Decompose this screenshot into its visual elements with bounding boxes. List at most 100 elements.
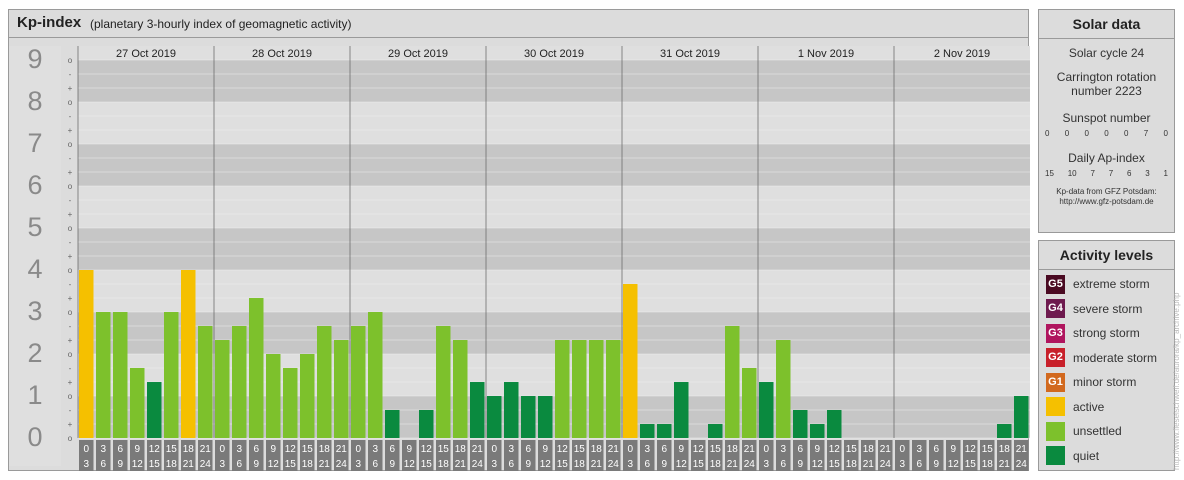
interval-end-label: 15 (557, 459, 569, 470)
interval-start-label: 6 (117, 444, 123, 455)
kp-bar (827, 409, 842, 438)
interval-start-label: 15 (982, 444, 994, 455)
y-subtick-label: - (69, 70, 72, 79)
y-subtick-label: o (68, 98, 73, 107)
legend-swatch (1046, 421, 1065, 441)
ap-value: 10 (1067, 169, 1077, 178)
y-subtick-label: o (68, 308, 73, 317)
kp-bar (555, 340, 570, 438)
interval-end-label: 21 (591, 459, 603, 470)
interval-start-label: 21 (744, 444, 756, 455)
y-tick-label: 1 (27, 380, 42, 410)
day-label: 28 Oct 2019 (252, 48, 312, 60)
kp-bar (810, 424, 825, 438)
kp-bar (606, 340, 621, 438)
interval-start-label: 18 (455, 444, 467, 455)
interval-start-label: 3 (236, 444, 242, 455)
interval-start-label: 9 (814, 444, 820, 455)
legend-swatch (1046, 446, 1065, 466)
legend-item: G5 extreme storm (1039, 272, 1174, 297)
y-subtick-label: o (68, 392, 73, 401)
interval-start-label: 21 (200, 444, 212, 455)
kp-bar (283, 367, 298, 438)
legend-item: quiet (1039, 444, 1174, 469)
interval-start-label: 0 (219, 444, 225, 455)
kp-band-6 (78, 144, 1030, 186)
y-subtick-label: o (68, 224, 73, 233)
kp-band-3 (78, 270, 1030, 312)
interval-start-label: 6 (389, 444, 395, 455)
kp-bar (453, 340, 468, 438)
kp-band-7 (78, 102, 1030, 144)
solar-cycle: Solar cycle 24 (1068, 46, 1145, 60)
interval-start-label: 15 (574, 444, 586, 455)
interval-end-label: 21 (863, 459, 875, 470)
interval-start-label: 21 (472, 444, 484, 455)
interval-end-label: 9 (933, 459, 939, 470)
y-tick-label: 8 (27, 86, 42, 116)
interval-end-label: 12 (676, 459, 688, 470)
y-tick-label: 6 (27, 170, 42, 200)
interval-end-label: 3 (219, 459, 225, 470)
solar-data-heading: Solar data (1039, 10, 1174, 39)
interval-end-label: 12 (812, 459, 824, 470)
kp-bar-chart: 0123456789o+-o+-o+-o+-o+-o+-o+-o+-o+-o27… (9, 44, 1030, 471)
sunspot-value: 7 (1143, 129, 1149, 138)
y-tick-label: 0 (27, 422, 42, 452)
kp-bar (232, 325, 247, 438)
sunspot-value: 0 (1084, 129, 1089, 138)
interval-end-label: 24 (744, 459, 756, 470)
interval-end-label: 6 (916, 459, 922, 470)
interval-end-label: 18 (710, 459, 722, 470)
y-subtick-label: + (68, 210, 73, 219)
interval-start-label: 9 (542, 444, 548, 455)
interval-start-label: 6 (933, 444, 939, 455)
interval-end-label: 6 (236, 459, 242, 470)
y-subtick-label: + (68, 168, 73, 177)
y-subtick-label: - (69, 196, 72, 205)
legend-swatch: G2 (1046, 348, 1065, 368)
kp-bar (79, 270, 94, 438)
interval-end-label: 3 (899, 459, 905, 470)
interval-start-label: 6 (253, 444, 259, 455)
interval-start-label: 21 (336, 444, 348, 455)
y-subtick-label: + (68, 378, 73, 387)
legend-label: minor storm (1073, 375, 1137, 390)
day-label: 30 Oct 2019 (524, 48, 584, 60)
interval-start-label: 15 (166, 444, 178, 455)
legend-item: G4 severe storm (1039, 297, 1174, 322)
sunspot-value: 0 (1064, 129, 1070, 138)
sunspot-value: 0 (1045, 129, 1050, 138)
kp-bar (640, 424, 655, 438)
day-label: 1 Nov 2019 (798, 48, 854, 60)
ap-values: 15 10 7 7 6 3 1 (1039, 169, 1174, 178)
kp-bar (198, 325, 213, 438)
kp-bar (776, 340, 791, 438)
legend-item: G2 moderate storm (1039, 346, 1174, 371)
interval-end-label: 18 (438, 459, 450, 470)
interval-end-label: 24 (200, 459, 212, 470)
kp-bar (215, 340, 230, 438)
kp-bar (572, 340, 587, 438)
activity-levels-heading: Activity levels (1039, 241, 1174, 270)
legend-label: extreme storm (1073, 277, 1150, 292)
interval-start-label: 12 (421, 444, 433, 455)
kp-bar (793, 409, 808, 438)
interval-end-label: 12 (540, 459, 552, 470)
interval-start-label: 21 (1016, 444, 1028, 455)
interval-start-label: 3 (372, 444, 378, 455)
interval-end-label: 6 (780, 459, 786, 470)
sunspot-values: 0 0 0 0 0 7 0 (1039, 129, 1174, 138)
y-tick-label: 9 (27, 44, 42, 74)
interval-end-label: 9 (797, 459, 803, 470)
legend-label: active (1073, 399, 1105, 414)
interval-end-label: 18 (846, 459, 858, 470)
interval-end-label: 9 (117, 459, 123, 470)
interval-start-label: 15 (438, 444, 450, 455)
interval-start-label: 0 (355, 444, 361, 455)
kp-bar (1014, 396, 1029, 438)
day-label: 27 Oct 2019 (116, 48, 176, 60)
interval-start-label: 12 (693, 444, 705, 455)
sunspot-value: 0 (1124, 129, 1129, 138)
legend-label: unsettled (1073, 424, 1122, 439)
